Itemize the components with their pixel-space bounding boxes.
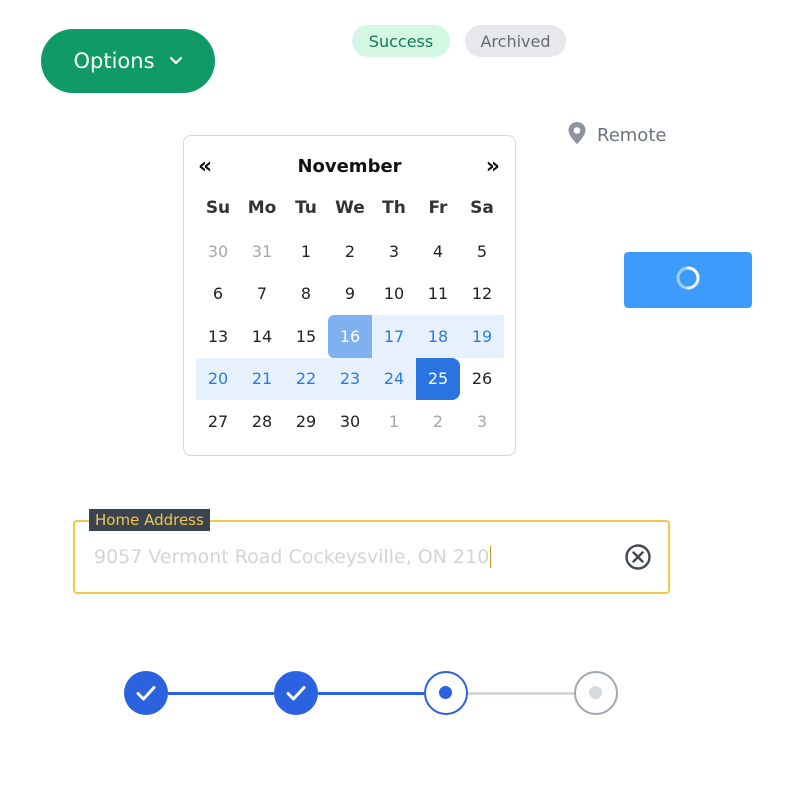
calendar-week-row: 20 21 22 23 24 25 26	[196, 357, 504, 401]
weekday-label: We	[335, 198, 365, 218]
calendar-day[interactable]: 1	[284, 230, 328, 273]
weekday-label: Mo	[247, 198, 277, 218]
calendar-day[interactable]: 27	[196, 400, 240, 443]
archived-badge: Archived	[465, 25, 566, 57]
calendar-day[interactable]: 26	[460, 358, 504, 401]
calendar-day[interactable]: 11	[416, 273, 460, 316]
calendar-day[interactable]: 30	[196, 230, 240, 273]
map-pin-icon	[567, 121, 587, 150]
double-chevron-right-icon[interactable]: »	[486, 154, 500, 180]
calendar-day[interactable]: 22	[284, 357, 328, 400]
calendar-day[interactable]: 20	[196, 357, 240, 400]
calendar-day[interactable]: 12	[460, 273, 504, 316]
calendar-day[interactable]: 3	[372, 230, 416, 273]
calendar-day[interactable]: 31	[240, 230, 284, 273]
calendar-month-title: November	[297, 156, 402, 177]
calendar-day[interactable]: 16	[328, 315, 372, 358]
calendar-week-row: 30 31 1 2 3 4 5	[196, 230, 504, 273]
weekday-label: Su	[205, 198, 231, 218]
date-range-calendar: « November » Su Mo Tu We Th Fr Sa 30 31 1 2 3 4 5 6 7 8…	[183, 135, 516, 456]
weekday-label: Fr	[428, 198, 448, 218]
calendar-day[interactable]: 25	[416, 357, 460, 400]
calendar-day[interactable]: 1	[372, 400, 416, 443]
calendar-day[interactable]: 3	[460, 400, 504, 443]
home-address-input[interactable]: 9057 Vermont Road Cockeysville, ON 210	[94, 543, 594, 571]
step-active[interactable]	[424, 671, 468, 715]
calendar-header: « November »	[184, 154, 515, 182]
calendar-day[interactable]: 17	[372, 315, 416, 358]
step-complete[interactable]	[274, 671, 318, 715]
calendar-day[interactable]: 14	[240, 315, 284, 358]
calendar-day[interactable]: 21	[240, 357, 284, 400]
success-badge: Success	[352, 25, 450, 57]
calendar-day[interactable]: 23	[328, 357, 372, 400]
location-label: Remote	[597, 124, 667, 146]
loading-button[interactable]	[624, 252, 752, 308]
calendar-day[interactable]: 10	[372, 273, 416, 316]
calendar-day[interactable]: 2	[416, 400, 460, 443]
location-indicator: Remote	[567, 121, 666, 149]
step-complete[interactable]	[124, 671, 168, 715]
progress-stepper	[124, 671, 618, 715]
calendar-day[interactable]: 13	[196, 315, 240, 358]
chevron-down-icon	[169, 56, 183, 66]
spinner-icon	[675, 265, 701, 295]
calendar-day[interactable]: 24	[372, 357, 416, 400]
calendar-week-row: 6 7 8 9 10 11 12	[196, 273, 504, 316]
step-pending[interactable]	[574, 671, 618, 715]
weekday-header-row: Su Mo Tu We Th Fr Sa	[196, 198, 504, 222]
calendar-day[interactable]: 18	[416, 315, 460, 358]
weekday-label: Th	[382, 198, 406, 218]
active-dot-icon	[439, 686, 452, 699]
home-address-value: 9057 Vermont Road Cockeysville, ON 210	[94, 546, 490, 568]
options-button-label: Options	[73, 49, 155, 73]
home-address-label: Home Address	[89, 509, 210, 531]
weekday-label: Sa	[470, 198, 494, 218]
calendar-day[interactable]: 19	[460, 315, 504, 358]
clear-circle-icon[interactable]	[624, 543, 652, 571]
calendar-day[interactable]: 8	[284, 273, 328, 316]
step-connector	[468, 691, 574, 695]
check-icon	[136, 686, 156, 701]
calendar-day[interactable]: 4	[416, 230, 460, 273]
calendar-day[interactable]: 2	[328, 230, 372, 273]
weekday-label: Tu	[295, 198, 317, 218]
calendar-day[interactable]: 15	[284, 315, 328, 358]
pending-dot-icon	[589, 686, 602, 699]
step-connector	[318, 691, 424, 695]
text-caret	[490, 546, 492, 568]
calendar-day[interactable]: 6	[196, 273, 240, 316]
calendar-day[interactable]: 28	[240, 400, 284, 443]
step-connector	[168, 691, 274, 695]
check-icon	[286, 686, 306, 701]
calendar-day[interactable]: 5	[460, 230, 504, 273]
calendar-day-grid: 30 31 1 2 3 4 5 6 7 8 9 10 11 12 13 14 15 16 17 18 19 20 21 22 2…	[196, 230, 504, 443]
calendar-day[interactable]: 9	[328, 273, 372, 316]
calendar-day[interactable]: 29	[284, 400, 328, 443]
calendar-week-row: 13 14 15 16 17 18 19	[196, 315, 504, 358]
calendar-day[interactable]: 30	[328, 400, 372, 443]
options-button[interactable]: Options	[41, 29, 215, 93]
calendar-week-row: 27 28 29 30 1 2 3	[196, 400, 504, 443]
calendar-day[interactable]: 7	[240, 273, 284, 316]
